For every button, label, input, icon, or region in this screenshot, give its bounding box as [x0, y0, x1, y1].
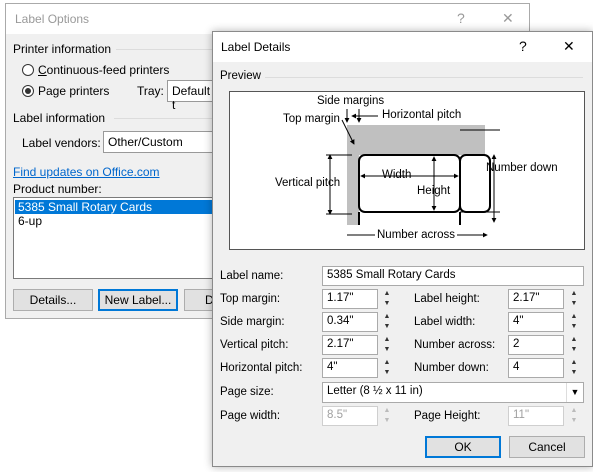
vertical-pitch-label: Vertical pitch:: [220, 339, 289, 351]
page-size-select[interactable]: Letter (8 ½ x 11 in) ▼: [322, 382, 584, 403]
number-across-label: Number across:: [414, 339, 496, 351]
page-width-label: Page width:: [220, 410, 281, 422]
diagram-top-margin: Top margin: [283, 113, 340, 125]
top-margin-spinner[interactable]: ▲ ▼: [380, 289, 394, 309]
list-item[interactable]: 6-up: [15, 214, 217, 228]
help-icon[interactable]: ?: [457, 10, 465, 26]
side-margin-spinner[interactable]: ▲ ▼: [380, 312, 394, 332]
label-width-spinner[interactable]: ▲ ▼: [567, 312, 581, 332]
radio-continuous[interactable]: [22, 64, 34, 76]
number-down-label: Number down:: [414, 362, 489, 374]
diagram-side-margins: Side margins: [317, 95, 385, 107]
details-button[interactable]: Details...: [13, 289, 93, 311]
preview-diagram: Side margins Horizontal pitch Top margin…: [229, 91, 585, 250]
diagram-number-across: Number across: [375, 229, 457, 241]
radio-continuous-label: Continuous-feed printers: [38, 63, 170, 77]
label-width-label: Label width:: [414, 316, 476, 328]
tray-label: Tray:: [137, 84, 164, 98]
product-number-label: Product number:: [13, 182, 102, 196]
number-across-spinner[interactable]: ▲ ▼: [567, 335, 581, 355]
label-details-dialog: Label Details ? ✕ Preview Side margins H…: [212, 31, 593, 467]
diagram-width: Width: [382, 169, 412, 181]
close-icon[interactable]: ✕: [563, 38, 575, 55]
label-height-label: Label height:: [414, 293, 480, 305]
label-name-input[interactable]: 5385 Small Rotary Cards: [322, 266, 584, 286]
label-cell: [358, 154, 461, 213]
radio-page-printers[interactable]: [22, 85, 34, 97]
preview-heading: Preview: [220, 70, 261, 82]
top-margin-label: Top margin:: [220, 293, 281, 305]
label-height-input[interactable]: 2.17": [508, 289, 564, 309]
vendors-select[interactable]: Other/Custom: [103, 131, 217, 153]
vendors-value: Other/Custom: [108, 135, 183, 149]
tray-select[interactable]: Default t: [167, 80, 217, 112]
diagram-number-down: Number down: [486, 162, 558, 174]
label-name-label: Label name:: [220, 270, 284, 282]
side-margin-input[interactable]: 0.34": [322, 312, 378, 332]
label-height-spinner[interactable]: ▲ ▼: [567, 289, 581, 309]
vertical-pitch-input[interactable]: 2.17": [322, 335, 378, 355]
vertical-pitch-spinner[interactable]: ▲ ▼: [380, 335, 394, 355]
dialog-title: Label Options: [15, 12, 90, 26]
side-margin-band: [347, 125, 359, 225]
page-width-spinner: ▲ ▼: [383, 407, 391, 424]
page-size-label: Page size:: [220, 386, 274, 398]
cancel-button[interactable]: Cancel: [509, 436, 585, 458]
label-options-titlebar: Label Options ? ✕: [6, 4, 529, 34]
page-height-input: 11": [508, 406, 564, 426]
diagram-vertical-pitch: Vertical pitch: [275, 177, 341, 189]
list-item[interactable]: 5385 Small Rotary Cards: [15, 200, 217, 214]
printer-info-heading: Printer information: [13, 42, 112, 56]
dialog-title: Label Details: [221, 40, 291, 54]
new-label-button[interactable]: New Label...: [98, 289, 178, 311]
tray-value: Default t: [172, 84, 211, 112]
vendors-label: Label vendors:: [22, 136, 101, 150]
horizontal-pitch-input[interactable]: 4": [322, 358, 378, 378]
product-list[interactable]: 5385 Small Rotary Cards 6-up: [13, 197, 219, 279]
label-width-input[interactable]: 4": [508, 312, 564, 332]
page-width-input: 8.5": [322, 406, 378, 426]
top-margin-input[interactable]: 1.17": [322, 289, 378, 309]
horizontal-pitch-label: Horizontal pitch:: [220, 362, 303, 374]
find-updates-link[interactable]: Find updates on Office.com: [13, 165, 160, 179]
page-size-value: Letter (8 ½ x 11 in): [327, 385, 423, 397]
page-height-spinner: ▲ ▼: [570, 407, 578, 424]
diagram-height: Height: [417, 185, 451, 197]
number-down-input[interactable]: 4: [508, 358, 564, 378]
side-margin-label: Side margin:: [220, 316, 285, 328]
section-divider: [265, 77, 583, 78]
label-info-heading: Label information: [13, 111, 106, 125]
diagram-horizontal-pitch: Horizontal pitch: [382, 109, 462, 121]
number-across-input[interactable]: 2: [508, 335, 564, 355]
label-details-titlebar: Label Details ? ✕: [213, 32, 592, 62]
chevron-down-icon[interactable]: ▼: [566, 383, 583, 402]
help-icon[interactable]: ?: [519, 38, 527, 54]
number-down-spinner[interactable]: ▲ ▼: [567, 358, 581, 378]
ok-button[interactable]: OK: [425, 436, 501, 458]
close-icon[interactable]: ✕: [502, 10, 514, 27]
page-height-label: Page Height:: [414, 410, 481, 422]
radio-page-label: Page printers: [38, 84, 110, 98]
horizontal-pitch-spinner[interactable]: ▲ ▼: [380, 358, 394, 378]
